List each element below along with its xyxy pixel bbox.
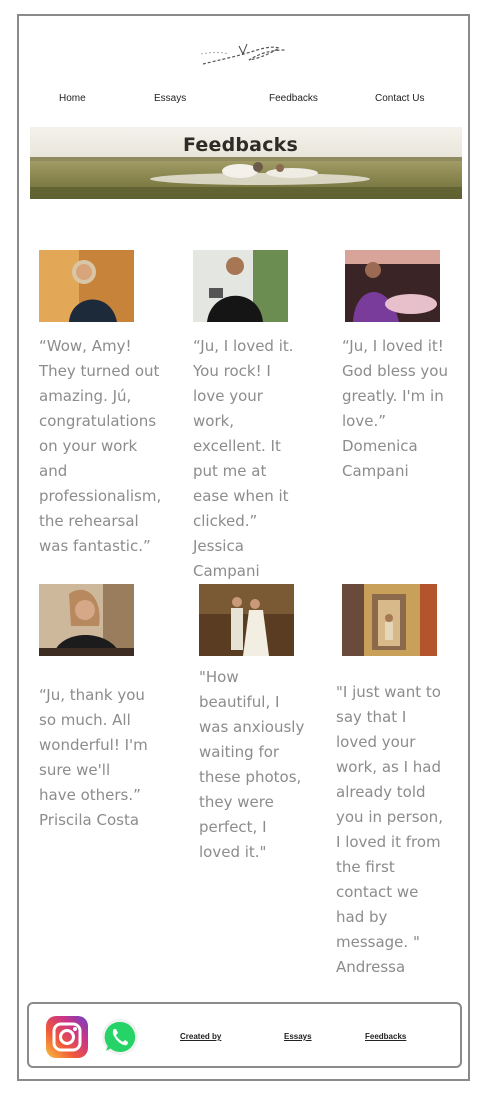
feedback-item-3: “Ju, I loved it! God bless you greatly. … xyxy=(342,334,452,484)
feedback-quote: "I just want to say that I loved your wo… xyxy=(336,683,443,951)
page-title: Feedbacks xyxy=(182,134,298,156)
feedback-author: Domenica Campani xyxy=(342,437,418,480)
feedback-quote: “Ju, thank you so much. All wonderful! I… xyxy=(39,686,148,804)
feedback-photo-3 xyxy=(345,250,440,322)
instagram-icon[interactable] xyxy=(45,1015,89,1059)
feedback-photo-5 xyxy=(199,584,294,656)
feedback-quote: “Wow, Amy! They turned out amazing. Jú, … xyxy=(39,337,162,555)
feedback-author: Priscila Costa xyxy=(39,811,140,829)
feedback-photo-2 xyxy=(193,250,288,322)
footer-created-by[interactable]: Created by xyxy=(180,1032,221,1041)
feedback-author: Andressa xyxy=(336,958,406,976)
feedback-quote: “Ju, I loved it! God bless you greatly. … xyxy=(342,337,448,430)
whatsapp-icon[interactable] xyxy=(101,1018,139,1056)
feedback-photo-4 xyxy=(39,584,134,656)
feedback-photo-6 xyxy=(342,584,437,656)
feedback-quote: “Ju, I loved it. You rock! I love your w… xyxy=(193,337,294,530)
nav-essays[interactable]: Essays xyxy=(154,93,186,104)
feedback-item-4: “Ju, thank you so much. All wonderful! I… xyxy=(39,683,149,833)
feedback-quote: "How beautiful, I was anxiously waiting … xyxy=(199,668,305,861)
signature-logo[interactable] xyxy=(199,40,294,70)
feedback-item-2: “Ju, I loved it. You rock! I love your w… xyxy=(193,334,295,584)
nav-contact-us[interactable]: Contact Us xyxy=(375,93,424,104)
footer-feedbacks-link[interactable]: Feedbacks xyxy=(365,1032,406,1041)
feedback-item-1: “Wow, Amy! They turned out amazing. Jú, … xyxy=(39,334,165,559)
feedback-item-5: "How beautiful, I was anxiously waiting … xyxy=(199,665,305,865)
nav-feedbacks[interactable]: Feedbacks xyxy=(269,93,318,104)
nav-home[interactable]: Home xyxy=(59,93,86,104)
footer-essays-link[interactable]: Essays xyxy=(284,1032,312,1041)
feedback-item-6: "I just want to say that I loved your wo… xyxy=(336,680,446,980)
feedback-photo-1 xyxy=(39,250,134,322)
feedback-author: Jessica Campani xyxy=(193,537,260,580)
